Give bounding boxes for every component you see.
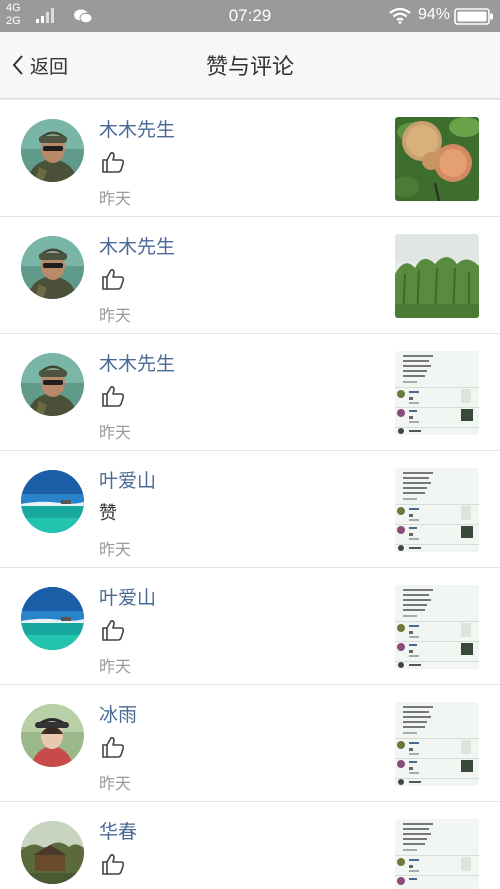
list-item[interactable]: 冰雨 昨天 — [0, 685, 500, 802]
timestamp: 昨天 — [99, 306, 132, 325]
avatar[interactable] — [21, 821, 84, 884]
list-item[interactable]: 华春 — [0, 802, 500, 889]
list-item[interactable]: 木木先生 昨天 — [0, 334, 500, 451]
avatar[interactable] — [21, 587, 84, 650]
list-item[interactable]: 木木先生 昨天 — [0, 217, 500, 334]
thumbs-up-icon — [102, 620, 125, 641]
likes-comments-list: 木木先生 昨天 木木先生 昨天 木木先生 昨天 叶爱山 赞 昨天 叶爱山 昨天 … — [0, 99, 500, 889]
post-thumbnail[interactable] — [395, 234, 479, 318]
post-thumbnail[interactable] — [395, 702, 479, 786]
thumbs-up-icon — [102, 269, 125, 290]
post-thumbnail[interactable] — [395, 117, 479, 201]
post-thumbnail[interactable] — [395, 819, 479, 889]
comment-text: 赞 — [99, 503, 117, 524]
list-item[interactable]: 叶爱山 赞 昨天 — [0, 451, 500, 568]
user-name[interactable]: 木木先生 — [99, 349, 175, 376]
thumbs-up-icon — [102, 737, 125, 758]
battery-icon — [454, 8, 493, 25]
post-thumbnail[interactable] — [395, 351, 479, 435]
avatar[interactable] — [21, 236, 84, 299]
user-name[interactable]: 冰雨 — [99, 700, 137, 727]
wifi-icon — [389, 7, 411, 24]
user-name[interactable]: 叶爱山 — [99, 583, 156, 610]
list-item[interactable]: 叶爱山 昨天 — [0, 568, 500, 685]
avatar[interactable] — [21, 470, 84, 533]
post-thumbnail[interactable] — [395, 585, 479, 669]
user-name[interactable]: 木木先生 — [99, 232, 175, 259]
post-thumbnail[interactable] — [395, 468, 479, 552]
avatar[interactable] — [21, 353, 84, 416]
status-bar: 4G 2G 07:29 94% — [0, 0, 500, 32]
user-name[interactable]: 叶爱山 — [99, 466, 156, 493]
user-name[interactable]: 木木先生 — [99, 115, 175, 142]
timestamp: 昨天 — [99, 774, 132, 793]
timestamp: 昨天 — [99, 423, 132, 442]
list-item[interactable]: 木木先生 昨天 — [0, 99, 500, 217]
thumbs-up-icon — [102, 152, 125, 173]
nav-bar: 返回 赞与评论 — [0, 32, 500, 99]
avatar[interactable] — [21, 704, 84, 767]
page-title: 赞与评论 — [205, 55, 294, 80]
thumbs-up-icon — [102, 386, 125, 407]
avatar[interactable] — [21, 119, 84, 182]
timestamp: 昨天 — [99, 189, 132, 208]
thumbs-up-icon — [102, 854, 125, 875]
timestamp: 昨天 — [99, 540, 132, 559]
battery-percent: 94% — [418, 6, 451, 23]
timestamp: 昨天 — [99, 657, 132, 676]
user-name[interactable]: 华春 — [99, 817, 137, 844]
